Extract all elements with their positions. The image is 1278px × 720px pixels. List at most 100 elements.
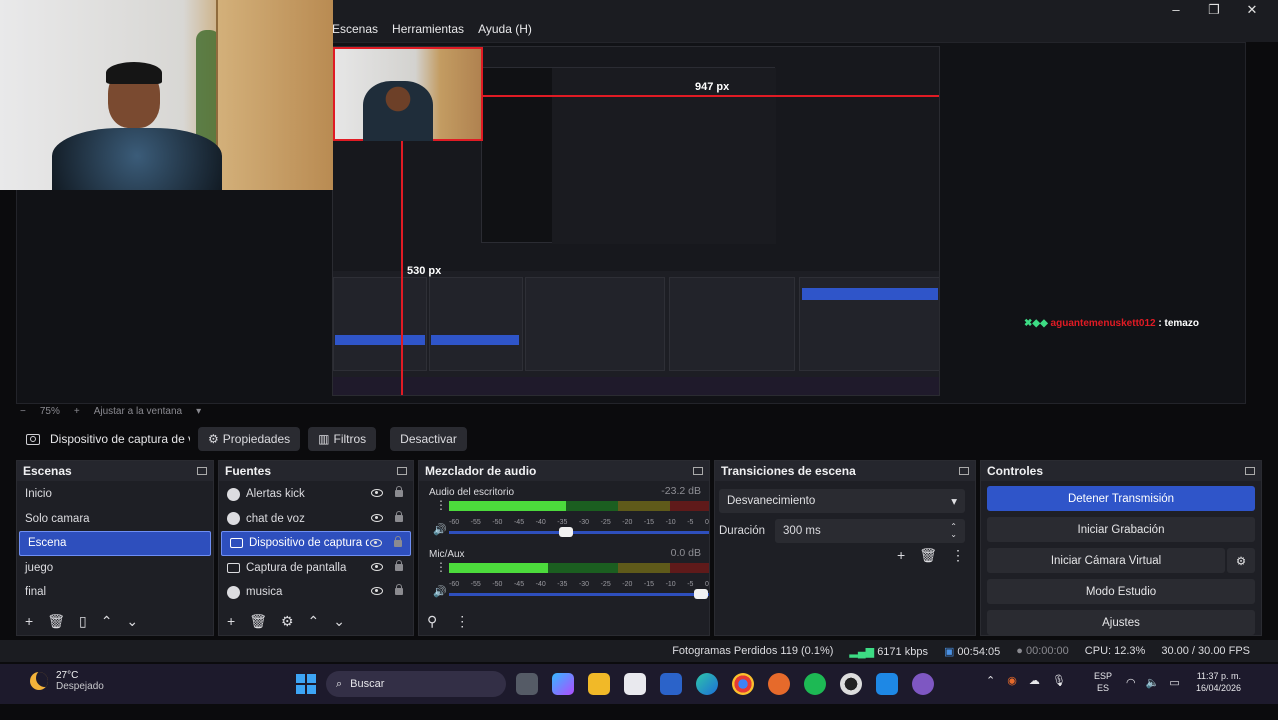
tray-app-icon[interactable]: ◉ xyxy=(1007,674,1017,687)
menu-help[interactable]: Ayuda (H) xyxy=(478,22,532,36)
windows-start-icon[interactable] xyxy=(296,674,316,694)
chevron-up-icon[interactable]: ⌃ xyxy=(986,674,995,687)
trash-icon[interactable]: 🗑 xyxy=(919,547,937,564)
menu-tools[interactable]: Herramientas xyxy=(392,22,464,36)
eye-icon[interactable] xyxy=(371,489,383,497)
speaker-icon[interactable]: 🔊 xyxy=(433,523,447,536)
undock-icon[interactable] xyxy=(197,467,207,475)
volume-slider[interactable] xyxy=(449,589,709,599)
undock-icon[interactable] xyxy=(959,467,969,475)
store-icon[interactable] xyxy=(624,673,646,695)
lock-icon[interactable] xyxy=(394,536,402,547)
wifi-icon[interactable]: ◠ xyxy=(1126,676,1136,689)
preview-canvas[interactable]: 947 px 530 px xyxy=(332,46,940,396)
eye-icon[interactable] xyxy=(371,562,383,571)
task-view-icon[interactable] xyxy=(516,673,538,695)
meter-ticks: -60 -55 -50 -45 -40 -35 -30 -25 -20 -15 -10 -5 0 xyxy=(449,519,709,526)
move-up-icon[interactable]: ⌃ xyxy=(101,613,113,630)
stop-stream-button[interactable]: Detener Transmisión xyxy=(987,486,1255,511)
lock-icon[interactable] xyxy=(395,486,403,497)
undock-icon[interactable] xyxy=(1245,467,1255,475)
browser-icon xyxy=(227,512,240,526)
move-down-icon[interactable]: ⌄ xyxy=(126,613,138,630)
zoom-in-button[interactable]: + xyxy=(74,406,80,417)
virtual-cam-settings-icon[interactable]: ⚙ xyxy=(1227,548,1255,573)
close-button[interactable]: ✕ xyxy=(1246,2,1258,18)
eye-icon[interactable] xyxy=(371,587,383,595)
speaker-icon[interactable]: 🔊 xyxy=(433,585,447,598)
scene-item[interactable]: Solo camara xyxy=(17,507,213,532)
notepad-icon[interactable] xyxy=(876,673,898,695)
link-icon[interactable]: ⚲ xyxy=(427,613,437,630)
settings-button[interactable]: Ajustes xyxy=(987,610,1255,635)
transition-select[interactable]: Desvanecimiento ▾ xyxy=(719,489,965,513)
clock[interactable]: 11:37 p. m. 16/04/2026 xyxy=(1196,670,1241,694)
zoom-out-button[interactable]: − xyxy=(20,406,26,417)
microphone-icon[interactable]: 🎙 xyxy=(1052,674,1066,687)
eye-icon[interactable] xyxy=(371,513,383,522)
minimize-button[interactable]: – xyxy=(1170,2,1182,18)
maximize-button[interactable]: ❐ xyxy=(1208,2,1220,18)
fit-window-label[interactable]: Ajustar a la ventana xyxy=(94,406,182,417)
add-transition-icon[interactable]: + xyxy=(897,547,905,564)
add-scene-icon[interactable]: + xyxy=(25,613,33,629)
scene-filter-icon[interactable]: ▯ xyxy=(79,613,87,630)
source-item[interactable]: musica xyxy=(219,580,413,605)
volume-knob[interactable] xyxy=(559,527,573,537)
source-item-selected[interactable]: Dispositivo de captura de xyxy=(221,531,411,556)
virtual-cam-button[interactable]: Iniciar Cámara Virtual xyxy=(987,548,1225,573)
mixer-menu-icon[interactable]: ⋮ xyxy=(455,613,469,630)
language-indicator[interactable]: ESP ES xyxy=(1094,670,1112,694)
chat-app-icon[interactable] xyxy=(912,673,934,695)
add-source-icon[interactable]: + xyxy=(227,613,235,629)
menu-scenes[interactable]: Escenas xyxy=(332,22,378,36)
file-explorer-icon[interactable] xyxy=(588,673,610,695)
scene-item[interactable]: Inicio xyxy=(17,482,213,507)
brave-icon[interactable] xyxy=(768,673,790,695)
filters-button[interactable]: ▥ Filtros xyxy=(308,427,377,451)
zoom-dropdown-icon[interactable]: ▾ xyxy=(196,406,201,417)
webcam-source[interactable] xyxy=(0,0,333,190)
move-down-icon[interactable]: ⌄ xyxy=(333,613,345,630)
source-item[interactable]: chat de voz xyxy=(219,507,413,532)
controls-dock: Controles Detener Transmisión Iniciar Gr… xyxy=(980,460,1262,636)
system-tray: ⌃ ◉ ☁ 🎙 xyxy=(986,674,1066,687)
source-item[interactable]: Alertas kick xyxy=(219,482,413,507)
volume-slider[interactable] xyxy=(449,527,709,537)
track-menu-icon[interactable]: ⋮ xyxy=(435,561,447,573)
obs-icon[interactable] xyxy=(840,673,862,695)
gear-icon[interactable]: ⚙ xyxy=(281,613,294,630)
tray-cloud-icon[interactable]: ☁ xyxy=(1029,674,1040,687)
battery-icon[interactable]: ▭ xyxy=(1169,676,1179,689)
copilot-icon[interactable] xyxy=(552,673,574,695)
transition-menu-icon[interactable]: ⋮ xyxy=(951,547,965,564)
deactivate-button[interactable]: Desactivar xyxy=(390,427,467,451)
move-up-icon[interactable]: ⌃ xyxy=(308,613,320,630)
volume-knob[interactable] xyxy=(694,589,709,599)
properties-button[interactable]: ⚙ Propiedades xyxy=(198,427,301,451)
duration-input[interactable]: 300 ms ⌃ ⌄ xyxy=(775,519,965,543)
trash-icon[interactable]: 🗑 xyxy=(47,613,65,630)
eye-icon[interactable] xyxy=(370,539,382,547)
scene-item-selected[interactable]: Escena xyxy=(19,531,211,556)
weather-widget[interactable]: 27°C Despejado xyxy=(30,670,104,692)
track-menu-icon[interactable]: ⋮ xyxy=(435,499,447,511)
undock-icon[interactable] xyxy=(693,467,703,475)
volume-icon[interactable]: 🔈 xyxy=(1146,676,1160,689)
trash-icon[interactable]: 🗑 xyxy=(249,613,267,630)
scene-item[interactable]: juego xyxy=(17,556,213,581)
chrome-icon[interactable] xyxy=(732,673,754,695)
word-icon[interactable] xyxy=(660,673,682,695)
scene-item[interactable]: final xyxy=(17,580,213,605)
stepper-icon[interactable]: ⌃ ⌄ xyxy=(950,523,957,539)
lock-icon[interactable] xyxy=(395,559,403,571)
edge-icon[interactable] xyxy=(696,673,718,695)
start-recording-button[interactable]: Iniciar Grabación xyxy=(987,517,1255,542)
studio-mode-button[interactable]: Modo Estudio xyxy=(987,579,1255,604)
lock-icon[interactable] xyxy=(395,584,403,595)
source-item[interactable]: Captura de pantalla xyxy=(219,556,413,581)
undock-icon[interactable] xyxy=(397,467,407,475)
spotify-icon[interactable] xyxy=(804,673,826,695)
taskbar-search[interactable]: ⌕ Buscar xyxy=(326,671,506,697)
lock-icon[interactable] xyxy=(395,510,403,522)
